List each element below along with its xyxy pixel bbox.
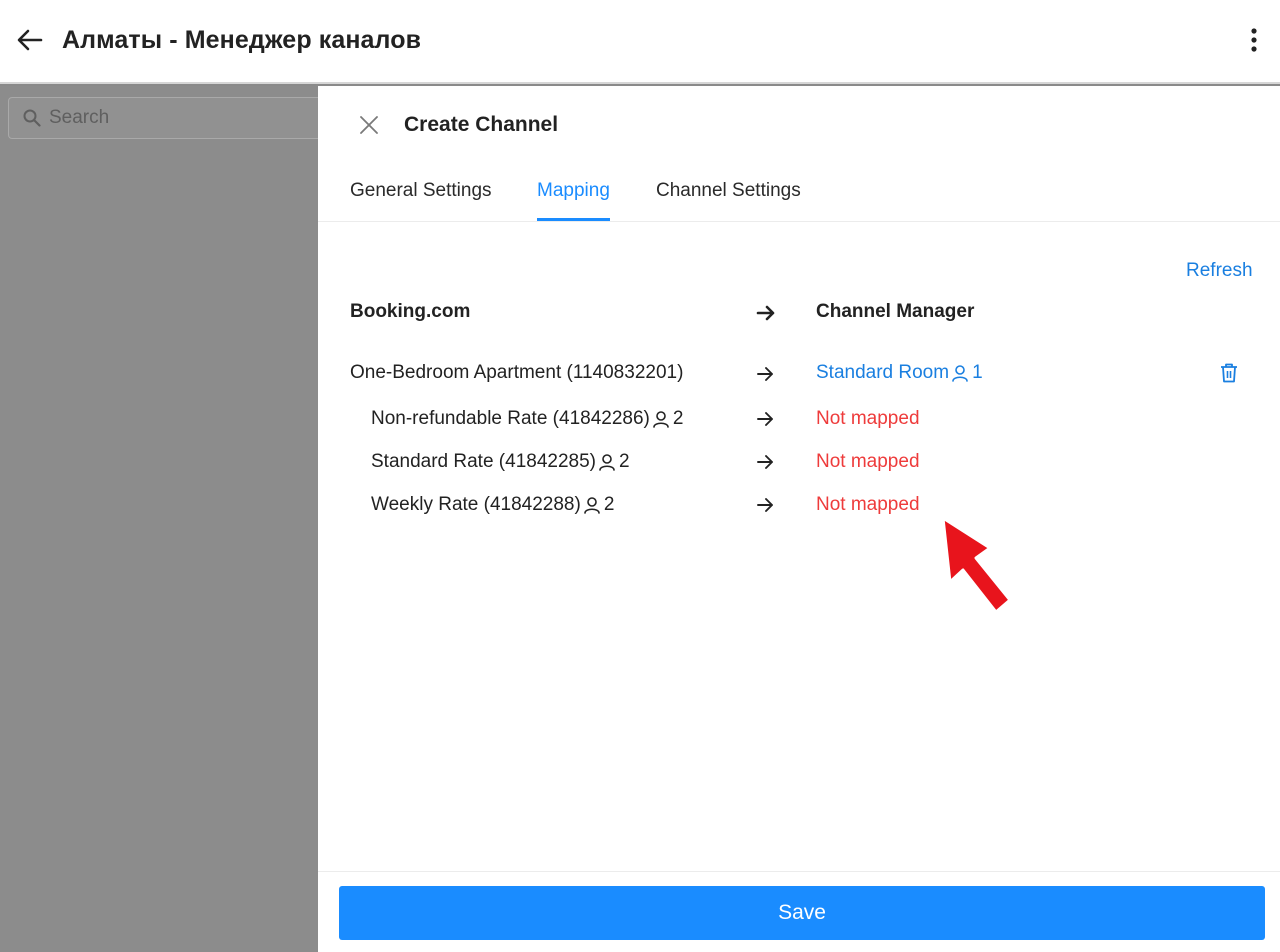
occupancy-count: 2 xyxy=(619,451,630,472)
not-mapped-link[interactable]: Not mapped xyxy=(816,494,920,516)
search-icon xyxy=(23,109,41,127)
tab-mapping[interactable]: Mapping xyxy=(537,180,610,221)
not-mapped-link[interactable]: Not mapped xyxy=(816,451,920,473)
rate-name: Non-refundable Rate (41842286) xyxy=(371,408,650,429)
person-icon xyxy=(653,411,669,428)
person-icon xyxy=(599,454,615,471)
more-options-button[interactable] xyxy=(1240,24,1268,56)
occupancy-count: 2 xyxy=(603,494,615,515)
drawer-title: Create Channel xyxy=(404,113,559,136)
page-title: Алматы - Менеджер каналов xyxy=(62,26,422,54)
back-button[interactable] xyxy=(14,24,46,56)
arrow-right-icon xyxy=(757,367,773,381)
arrow-right-icon xyxy=(757,455,773,469)
target-column-header: Channel Manager xyxy=(816,301,975,322)
arrow-right-icon xyxy=(757,412,773,426)
search-input[interactable]: Search xyxy=(8,97,338,139)
create-channel-drawer: Create Channel General Settings Mapping … xyxy=(318,86,1280,952)
mapped-room-name: Standard Room xyxy=(816,362,950,383)
delete-mapping-button[interactable] xyxy=(1218,362,1240,384)
trash-icon xyxy=(1221,363,1237,383)
mapped-room-link[interactable]: Standard Room 1 xyxy=(816,362,983,384)
background-page: Search xyxy=(0,86,338,952)
room-name: One-Bedroom Apartment (1140832201) xyxy=(350,362,684,383)
close-button[interactable] xyxy=(356,112,382,138)
arrow-right-icon xyxy=(756,305,775,321)
arrow-left-icon xyxy=(17,29,43,51)
source-column-header: Booking.com xyxy=(350,301,471,322)
rate-name: Weekly Rate (41842288) xyxy=(371,494,581,515)
close-icon xyxy=(360,116,378,134)
tab-bar: General Settings Mapping Channel Setting… xyxy=(318,166,1280,222)
search-placeholder: Search xyxy=(49,107,110,128)
person-icon xyxy=(584,497,600,514)
app-bar: Алматы - Менеджер каналов xyxy=(0,0,1280,84)
rate-name: Standard Rate (41842285) xyxy=(371,451,596,472)
mapping-row-source: Weekly Rate (41842288) 2 xyxy=(371,494,614,516)
mapping-row-source: One-Bedroom Apartment (1140832201) xyxy=(350,362,683,384)
refresh-link[interactable]: Refresh xyxy=(1186,260,1253,282)
tab-general-settings[interactable]: General Settings xyxy=(350,180,492,218)
tab-channel-settings[interactable]: Channel Settings xyxy=(656,180,801,218)
save-button[interactable]: Save xyxy=(339,886,1265,940)
occupancy-count: 2 xyxy=(672,408,684,429)
arrow-right-icon xyxy=(757,498,773,512)
mapping-row-source: Non-refundable Rate (41842286) 2 xyxy=(371,408,683,430)
not-mapped-link[interactable]: Not mapped xyxy=(816,408,920,430)
annotation-arrow-icon xyxy=(941,516,1012,614)
occupancy-count: 1 xyxy=(972,362,983,383)
more-vertical-icon xyxy=(1251,28,1257,52)
person-icon xyxy=(952,365,968,382)
mapping-row-source: Standard Rate (41842285) 2 xyxy=(371,451,630,473)
drawer-footer: Save xyxy=(318,871,1280,952)
